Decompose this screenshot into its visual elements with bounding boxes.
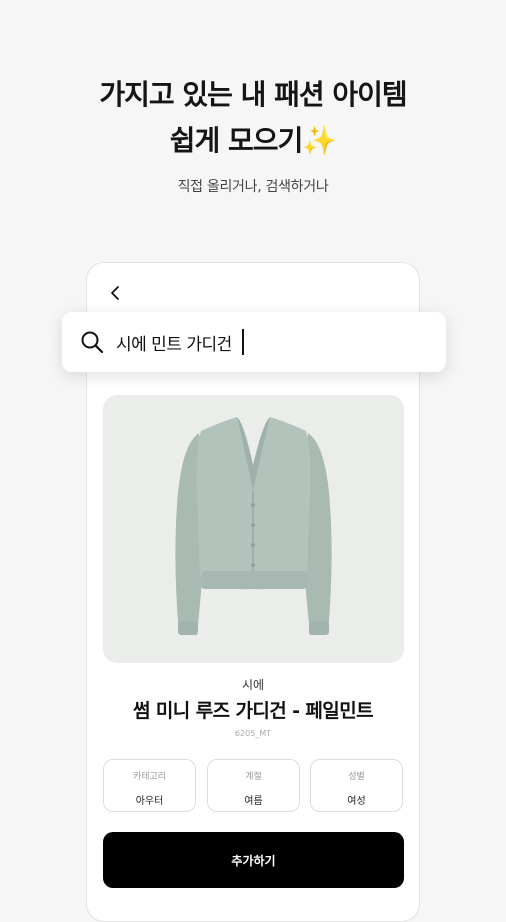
attribute-value: 여성 [347, 796, 366, 807]
product-code: 6205_MT [234, 729, 272, 738]
hero-title-line2-text: 쉽게 모으기 [169, 124, 304, 157]
attribute-value: 여름 [244, 796, 263, 807]
attribute-key: 카테고리 [132, 772, 167, 782]
hero-title: 가지고 있는 내 패션 아이템 쉽게 모으기✨ [0, 72, 506, 164]
product-name: 썸 미니 루즈 가디건 - 페일민트 [133, 700, 374, 722]
attribute-gender[interactable]: 성별 여성 [310, 759, 403, 812]
search-input[interactable]: 시에 민트 가디건 [116, 330, 232, 355]
add-button[interactable]: 추가하기 [103, 832, 404, 888]
hero-subtitle: 직접 올리거나, 검색하거나 [177, 179, 329, 195]
hero-title-line2: 쉽게 모으기✨ [0, 118, 506, 164]
text-cursor [241, 329, 244, 355]
hero-title-line1: 가지고 있는 내 패션 아이템 [99, 78, 407, 111]
chevron-left-icon [111, 286, 119, 300]
attribute-key: 성별 [348, 772, 365, 782]
cardigan-image [175, 417, 332, 635]
product-brand: 시에 [241, 678, 265, 692]
search-icon [81, 331, 104, 354]
attribute-key: 계절 [245, 772, 262, 782]
attribute-season[interactable]: 계절 여름 [207, 759, 300, 812]
product-image [103, 395, 404, 663]
back-button[interactable] [103, 281, 127, 305]
search-bar[interactable]: 시에 민트 가디건 [62, 312, 446, 372]
attribute-category[interactable]: 카테고리 아우터 [103, 759, 196, 812]
sparkle-icon: ✨ [302, 124, 337, 157]
attribute-value: 아우터 [135, 796, 164, 807]
